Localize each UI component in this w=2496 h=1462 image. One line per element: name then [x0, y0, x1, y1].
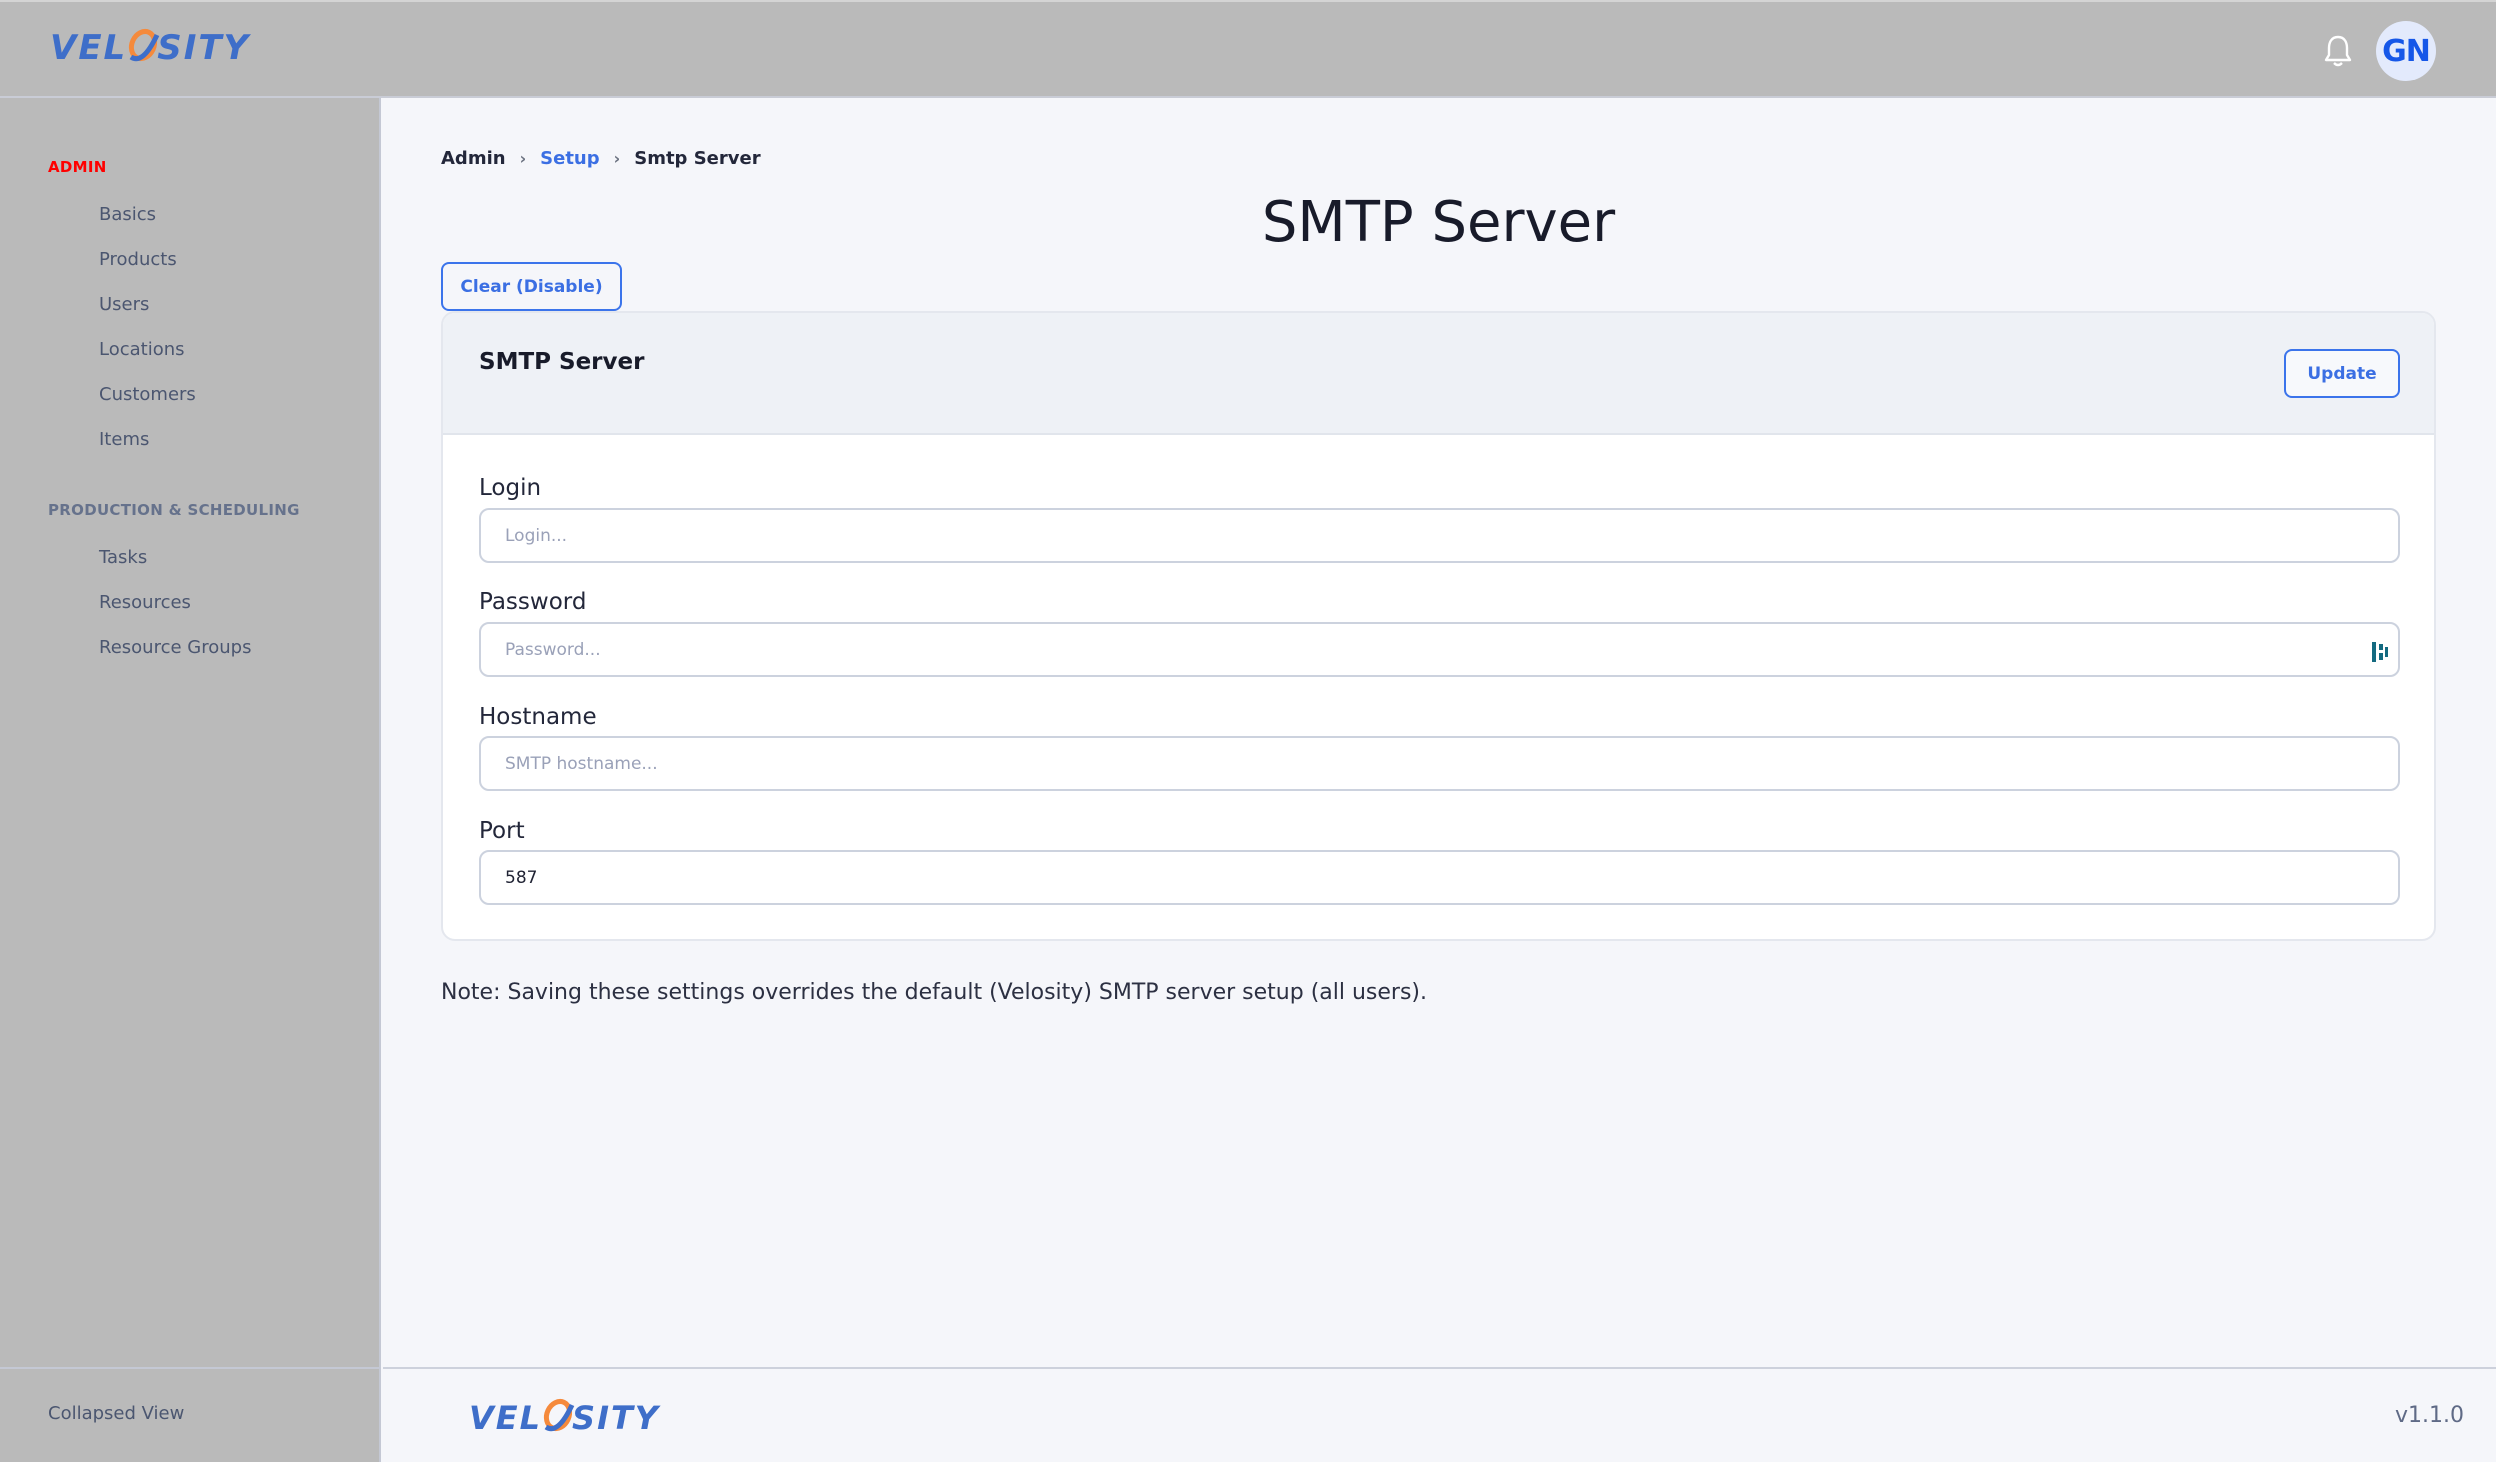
clear-disable-button[interactable]: Clear (Disable) — [441, 262, 622, 311]
port-input[interactable] — [479, 850, 2400, 905]
breadcrumb: Admin › Setup › Smtp Server — [441, 148, 761, 169]
hostname-input[interactable] — [479, 736, 2400, 791]
sidebar-item-resource-groups[interactable]: Resource Groups — [99, 637, 251, 658]
user-avatar[interactable]: GN — [2376, 21, 2436, 81]
chevron-right-icon: › — [519, 149, 527, 168]
sidebar-item-customers[interactable]: Customers — [99, 384, 196, 405]
bell-icon[interactable] — [2322, 34, 2354, 68]
update-button[interactable]: Update — [2284, 349, 2400, 398]
page-title: SMTP Server — [1261, 190, 1616, 255]
sidebar-item-tasks[interactable]: Tasks — [99, 547, 147, 568]
sidebar-section-production-scheduling[interactable]: PRODUCTION & SCHEDULING — [48, 501, 300, 519]
footer-velosity-logo: VEL SITY — [469, 1398, 660, 1437]
sidebar-footer: Collapsed View — [0, 1367, 381, 1462]
sidebar-section-admin[interactable]: ADMIN — [48, 158, 107, 176]
settings-note: Note: Saving these settings overrides th… — [441, 980, 1428, 1005]
card-title: SMTP Server — [479, 349, 645, 375]
sidebar: ADMIN Basics Products Users Locations Cu… — [0, 98, 381, 1462]
logo-text-right: SITY — [157, 28, 251, 68]
logo-orbit-icon — [542, 1398, 575, 1435]
velosity-logo[interactable]: VEL SITY — [50, 28, 250, 68]
footer: VEL SITY v1.1.0 — [383, 1367, 2496, 1462]
sidebar-item-locations[interactable]: Locations — [99, 339, 185, 360]
login-label: Login — [479, 475, 542, 501]
card-header: SMTP Server Update — [443, 313, 2434, 435]
logo-text-left: VEL — [50, 28, 128, 68]
chevron-right-icon: › — [613, 149, 621, 168]
hostname-label: Hostname — [479, 704, 597, 730]
sidebar-item-users[interactable]: Users — [99, 294, 149, 315]
sidebar-item-basics[interactable]: Basics — [99, 204, 156, 225]
logo-text-right: SITY — [572, 1399, 660, 1437]
password-input[interactable] — [479, 622, 2400, 677]
smtp-settings-card: SMTP Server Update Login Password Hostna… — [441, 311, 2436, 941]
port-label: Port — [479, 818, 525, 844]
breadcrumb-setup[interactable]: Setup — [540, 148, 599, 169]
sidebar-item-products[interactable]: Products — [99, 249, 177, 270]
sidebar-item-items[interactable]: Items — [99, 429, 149, 450]
top-bar: VEL SITY GN — [0, 0, 2496, 98]
password-label: Password — [479, 589, 587, 615]
logo-text-left: VEL — [469, 1399, 543, 1437]
password-manager-icon[interactable] — [2371, 640, 2389, 664]
app-version: v1.1.0 — [2395, 1403, 2464, 1428]
logo-orbit-icon — [127, 28, 160, 65]
sidebar-item-resources[interactable]: Resources — [99, 592, 191, 613]
login-input[interactable] — [479, 508, 2400, 563]
breadcrumb-smtp-server: Smtp Server — [634, 148, 761, 169]
collapsed-view-toggle[interactable]: Collapsed View — [48, 1403, 184, 1424]
breadcrumb-admin[interactable]: Admin — [441, 148, 506, 169]
